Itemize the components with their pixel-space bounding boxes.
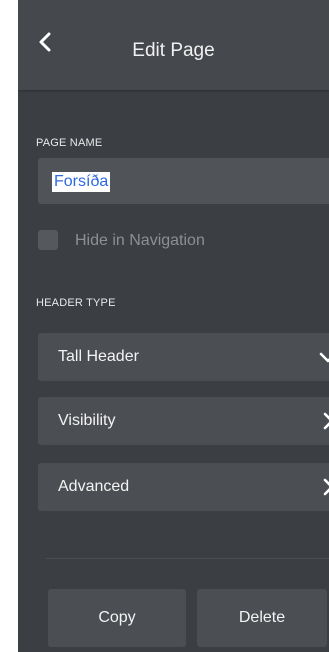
divider bbox=[46, 558, 329, 559]
edit-page-panel: Edit Page PAGE NAME Forsíða Hide in Navi… bbox=[18, 0, 329, 652]
hide-in-navigation-checkbox[interactable]: Hide in Navigation bbox=[38, 226, 298, 256]
panel-header: Edit Page bbox=[18, 0, 329, 90]
header-type-label: HEADER TYPE bbox=[36, 297, 116, 309]
header-type-select[interactable]: Tall Header bbox=[38, 333, 329, 381]
chevron-down-icon bbox=[319, 352, 329, 363]
chevron-right-icon bbox=[323, 478, 329, 496]
advanced-row[interactable]: Advanced bbox=[38, 463, 329, 511]
advanced-label: Advanced bbox=[58, 478, 130, 495]
header-type-value: Tall Header bbox=[58, 348, 139, 365]
hide-in-navigation-label: Hide in Navigation bbox=[75, 232, 205, 249]
page-name-value: Forsíða bbox=[52, 172, 111, 192]
page-title: Edit Page bbox=[132, 40, 215, 61]
visibility-label: Visibility bbox=[58, 412, 116, 429]
visibility-row[interactable]: Visibility bbox=[38, 397, 329, 445]
checkbox-box[interactable] bbox=[38, 230, 58, 250]
page-name-input[interactable]: Forsíða bbox=[38, 158, 329, 204]
chevron-right-icon bbox=[323, 412, 329, 430]
page-name-label: PAGE NAME bbox=[36, 137, 103, 149]
delete-button[interactable]: Delete bbox=[197, 589, 327, 647]
copy-button[interactable]: Copy bbox=[48, 589, 186, 647]
